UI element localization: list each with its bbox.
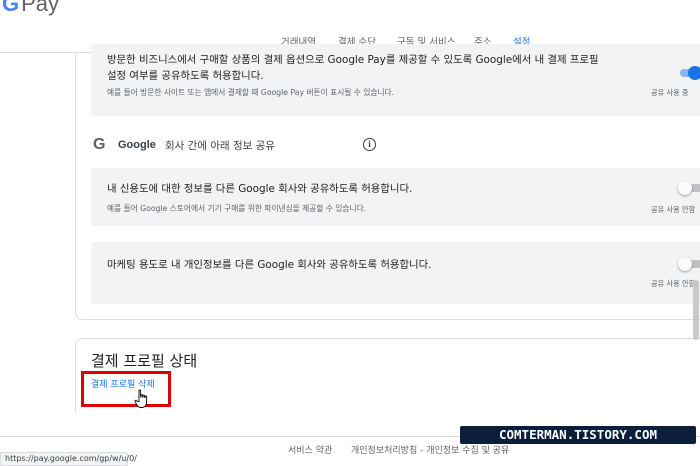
marketing-sharing-status: 공유 사용 안함 (651, 279, 696, 288)
merchant-setting-title-line2: 설정 여부를 공유하도록 허용합니다. (107, 70, 264, 82)
google-g-logo-icon: G (2, 0, 20, 16)
privacy-policy-link[interactable]: 개인정보처리방침 - 개인정보 수집 및 공유 (351, 443, 509, 456)
info-icon[interactable]: i (363, 138, 376, 151)
logo-pay-text: Pay (21, 0, 60, 16)
blog-watermark: COMTERMAN.TISTORY.COM (460, 426, 696, 444)
credit-setting-title: 내 신용도에 대한 정보를 다른 Google 회사와 공유하도록 허용합니다. (107, 183, 413, 195)
toggle-knob (678, 181, 692, 195)
google-g-icon: G (93, 136, 106, 153)
merchant-sharing-status: 공유 사용 중 (651, 88, 689, 97)
terms-of-service-link[interactable]: 서비스 약관 (288, 443, 332, 456)
marketing-sharing-setting: 마케팅 용도로 내 개인정보를 다른 Google 회사와 공유하도록 허용합니… (91, 242, 700, 304)
marketing-setting-title: 마케팅 용도로 내 개인정보를 다른 Google 회사와 공유하도록 허용합니… (107, 259, 432, 271)
browser-status-bar-url: https://pay.google.com/gp/w/u/0/ (0, 452, 137, 466)
scrollbar-thumb[interactable] (693, 280, 699, 340)
hand-pointer-cursor-icon (134, 389, 148, 408)
section-heading-text: 회사 간에 아래 정보 공유 (165, 140, 275, 152)
merchant-sharing-setting: 방문한 비즈니스에서 구매할 상품의 결제 옵션으로 Google Pay를 제… (91, 44, 700, 116)
payment-profile-status-title: 결제 프로필 상태 (91, 352, 198, 370)
toggle-knob (678, 257, 692, 271)
credit-sharing-setting: 내 신용도에 대한 정보를 다른 Google 회사와 공유하도록 허용합니다.… (91, 168, 700, 226)
google-pay-logo[interactable]: GPay (2, 0, 59, 17)
google-brand-text: Google (118, 139, 156, 151)
merchant-setting-description: 예를 들어 방문한 사이트 또는 앱에서 결제할 때 Google Pay 버튼… (107, 88, 395, 97)
page-scrollbar[interactable] (692, 40, 700, 340)
credit-setting-description: 예를 들어 Google 스토어에서 기기 구매를 위한 파이낸싱을 제공할 수… (107, 204, 367, 213)
credit-sharing-status: 공유 사용 안함 (651, 205, 696, 214)
merchant-setting-title-line1: 방문한 비즈니스에서 구매할 상품의 결제 옵션으로 Google Pay를 제… (107, 54, 599, 66)
